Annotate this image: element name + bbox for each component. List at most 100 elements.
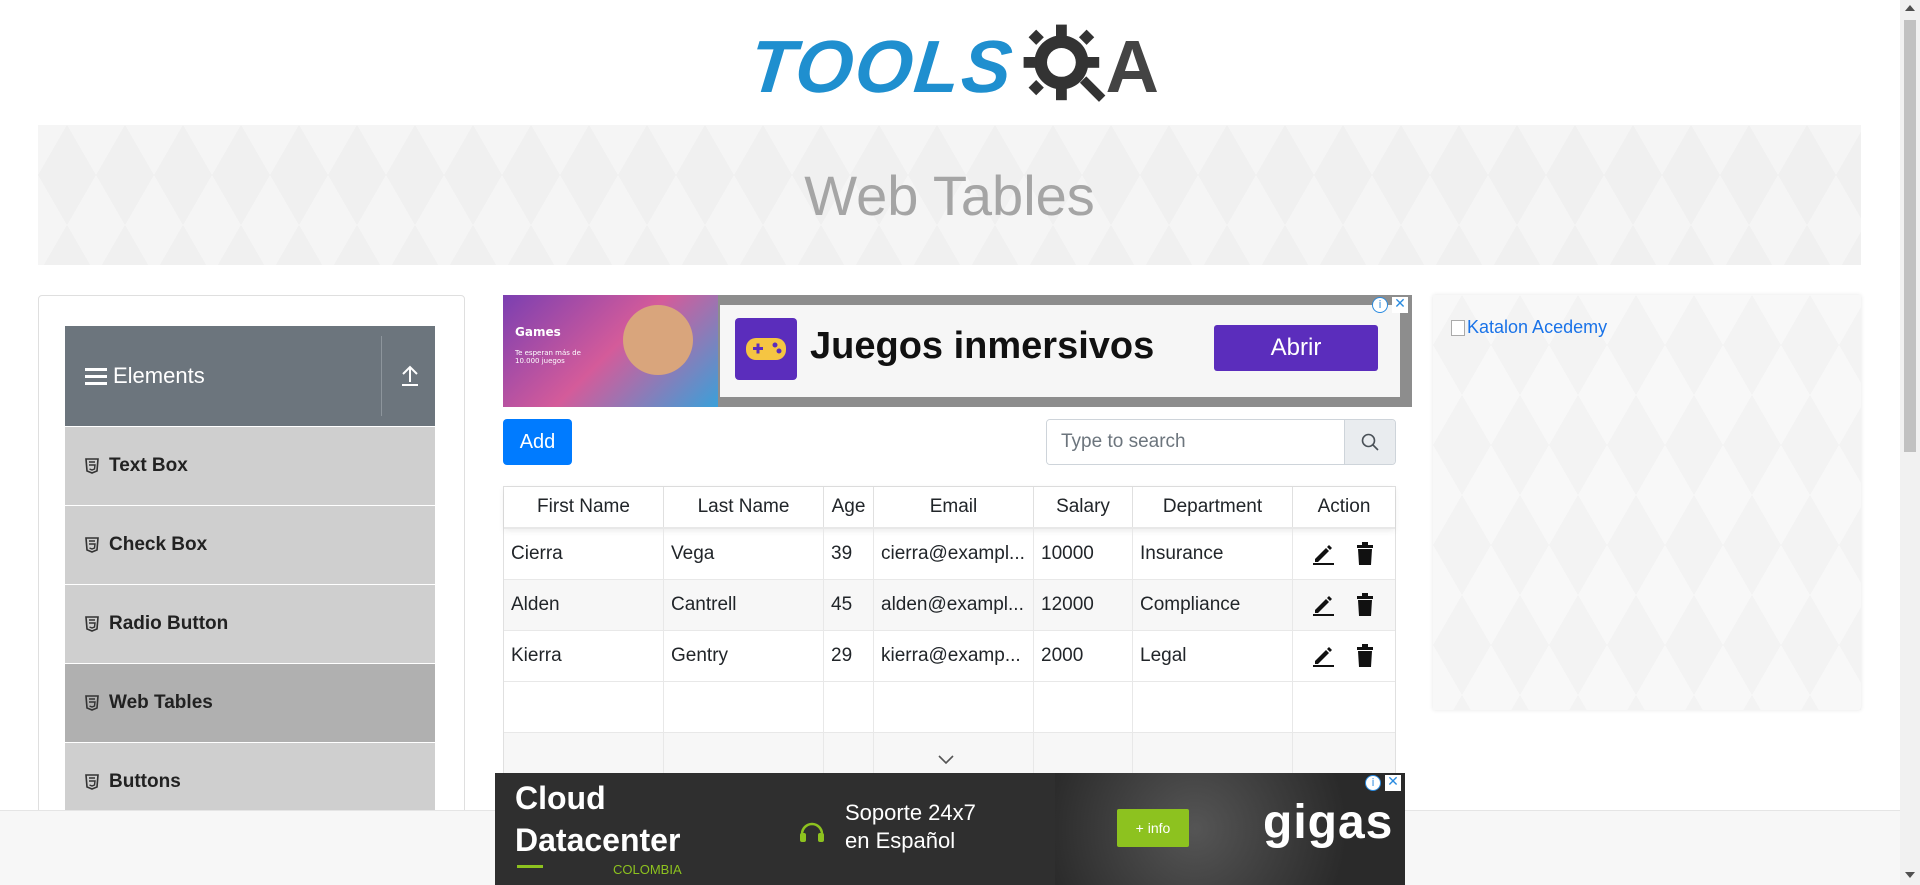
gamepad-icon <box>735 318 797 380</box>
ad-title-line1: Cloud <box>515 780 606 816</box>
page: TOOLS A Web Tables Elements Text Box Che… <box>0 0 1920 885</box>
cell-salary: 12000 <box>1034 580 1133 630</box>
right-advertisement[interactable]: Katalon Acedemy <box>1433 295 1861 710</box>
scroll-down-arrow-icon[interactable] <box>1905 872 1915 878</box>
cell-first-name: Alden <box>504 580 664 630</box>
search-box <box>1046 419 1396 465</box>
adchoices-info-icon[interactable]: i <box>1365 775 1381 791</box>
page-title: Web Tables <box>804 163 1095 227</box>
table-row: Cierra Vega 39 cierra@exampl... 10000 In… <box>504 529 1395 580</box>
menu-lines-icon <box>85 364 107 389</box>
html5-icon <box>85 458 99 474</box>
sidebar-item-label: Radio Button <box>109 613 229 634</box>
add-button[interactable]: Add <box>503 419 572 465</box>
ad-support-text: Soporte 24x7 en Español <box>845 799 976 855</box>
cell-first-name: Kierra <box>504 631 664 681</box>
search-icon <box>1361 433 1379 451</box>
cell-last-name: Cantrell <box>664 580 824 630</box>
cell-last-name: Vega <box>664 529 824 579</box>
scroll-up-arrow-icon[interactable] <box>1905 5 1915 11</box>
cell-department: Insurance <box>1133 529 1293 579</box>
adchoices-info-icon[interactable]: i <box>1372 297 1388 313</box>
edit-pencil-icon[interactable] <box>1310 541 1336 567</box>
cell-age: 45 <box>824 580 874 630</box>
column-header-age[interactable]: Age <box>824 487 874 527</box>
ad-info-button[interactable]: + info <box>1117 809 1189 847</box>
logo-text: TOOLS <box>745 24 1018 108</box>
ad-title-line2: Datacenter <box>515 822 681 858</box>
cell-department: Compliance <box>1133 580 1293 630</box>
sidebar-item-radio-button[interactable]: Radio Button <box>65 585 435 664</box>
sidebar: Elements Text Box Check Box Radio Button <box>38 295 465 885</box>
delete-trash-icon[interactable] <box>1352 541 1378 567</box>
column-header-last-name[interactable]: Last Name <box>664 487 824 527</box>
cell-email: cierra@exampl... <box>874 529 1034 579</box>
edit-pencil-icon[interactable] <box>1310 643 1336 669</box>
column-header-first-name[interactable]: First Name <box>504 487 664 527</box>
column-header-salary[interactable]: Salary <box>1034 487 1133 527</box>
column-header-action[interactable]: Action <box>1293 487 1395 527</box>
table-row-empty <box>504 682 1395 733</box>
search-button[interactable] <box>1344 420 1395 464</box>
ad-support-line1: Soporte 24x7 <box>845 800 976 825</box>
toolsqa-logo[interactable]: TOOLS A <box>746 18 1159 114</box>
cell-department: Legal <box>1133 631 1293 681</box>
sidebar-item-label: Text Box <box>109 455 188 476</box>
sidebar-item-label: Buttons <box>109 771 181 792</box>
ad-image: Games Te esperan más de 10.000 juegos <box>503 295 718 407</box>
ad-support-line2: en Español <box>845 828 956 853</box>
cell-salary: 2000 <box>1034 631 1133 681</box>
ad-content: Juegos inmersivos Abrir <box>720 305 1400 397</box>
sidebar-group-elements[interactable]: Elements <box>65 326 435 426</box>
collapse-up-icon[interactable] <box>399 364 421 388</box>
html5-icon <box>85 537 99 553</box>
delete-trash-icon[interactable] <box>1352 643 1378 669</box>
html5-icon <box>85 774 99 790</box>
web-table: First Name Last Name Age Email Salary De… <box>503 486 1396 785</box>
sidebar-item-text-box[interactable]: Text Box <box>65 427 435 506</box>
cell-last-name: Gentry <box>664 631 824 681</box>
cell-first-name: Cierra <box>504 529 664 579</box>
close-icon[interactable]: ✕ <box>1392 297 1408 313</box>
cell-email: alden@exampl... <box>874 580 1034 630</box>
sidebar-item-label: Check Box <box>109 534 208 555</box>
ad-tagline: Te esperan más de 10.000 juegos <box>515 349 581 365</box>
ad-title: Cloud Datacenter <box>515 777 680 861</box>
cell-age: 39 <box>824 529 874 579</box>
cell-action <box>1293 529 1395 579</box>
gear-magnifier-icon <box>1023 24 1105 102</box>
search-input[interactable] <box>1047 420 1344 464</box>
headset-icon <box>800 822 824 842</box>
header-divider <box>381 336 382 416</box>
html5-icon <box>85 616 99 632</box>
green-accent-bar <box>517 865 543 868</box>
column-header-email[interactable]: Email <box>874 487 1034 527</box>
column-header-department[interactable]: Department <box>1133 487 1293 527</box>
edit-pencil-icon[interactable] <box>1310 592 1336 618</box>
broken-image-link[interactable]: Katalon Acedemy <box>1451 317 1607 338</box>
table-header: First Name Last Name Age Email Salary De… <box>504 487 1395 529</box>
ad-headline: Juegos inmersivos <box>810 325 1155 367</box>
vertical-scrollbar[interactable] <box>1900 0 1920 885</box>
broken-image-alt-text: Katalon Acedemy <box>1467 317 1608 337</box>
sidebar-item-web-tables[interactable]: Web Tables <box>65 664 435 743</box>
sidebar-item-check-box[interactable]: Check Box <box>65 506 435 585</box>
ad-open-button[interactable]: Abrir <box>1214 325 1378 371</box>
top-advertisement[interactable]: Games Te esperan más de 10.000 juegos Ju… <box>503 295 1412 407</box>
delete-trash-icon[interactable] <box>1352 592 1378 618</box>
close-icon[interactable]: ✕ <box>1385 775 1401 791</box>
table-row: Alden Cantrell 45 alden@exampl... 12000 … <box>504 580 1395 631</box>
ad-country: COLOMBIA <box>613 862 682 877</box>
chevron-down-icon[interactable] <box>936 752 956 766</box>
broken-image-icon <box>1451 319 1465 336</box>
ad-brand: Games <box>515 325 561 339</box>
scrollbar-thumb[interactable] <box>1904 20 1916 452</box>
person-photo <box>623 305 693 375</box>
ad-brand-logo: gigas <box>1263 796 1394 849</box>
sidebar-item-label: Web Tables <box>109 692 213 713</box>
cell-salary: 10000 <box>1034 529 1133 579</box>
html5-icon <box>85 695 99 711</box>
table-row: Kierra Gentry 29 kierra@examp... 2000 Le… <box>504 631 1395 682</box>
bottom-advertisement[interactable]: Cloud Datacenter COLOMBIA Soporte 24x7 e… <box>495 773 1405 885</box>
cell-action <box>1293 631 1395 681</box>
